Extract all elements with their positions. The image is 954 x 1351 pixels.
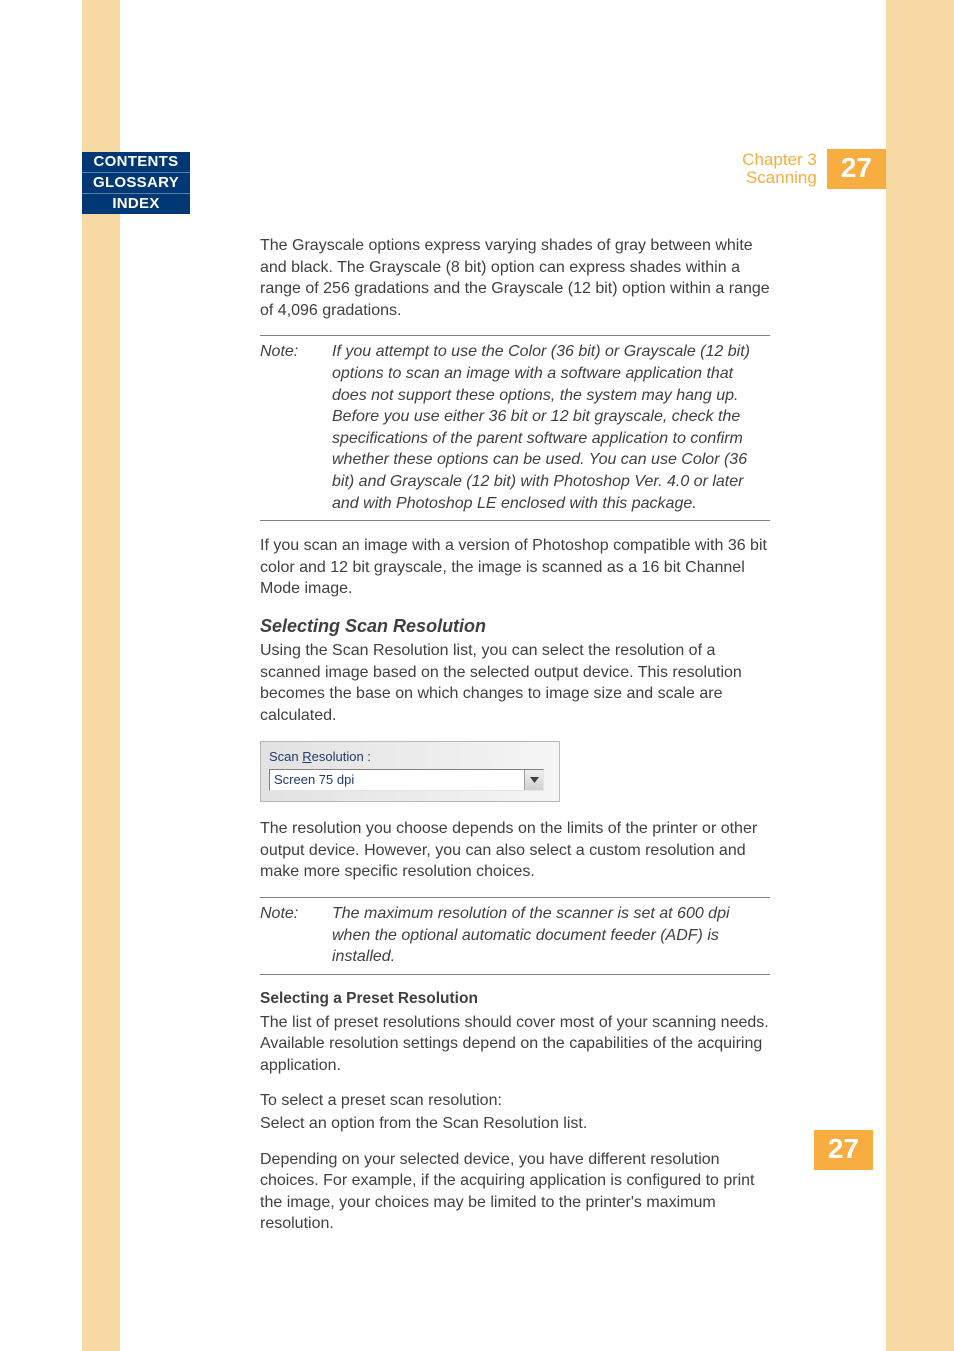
index-button[interactable]: INDEX [82, 193, 190, 214]
page-header: Chapter 3 Scanning 27 [260, 149, 886, 189]
note-label: Note: [260, 341, 332, 514]
chevron-down-icon [530, 777, 539, 783]
paragraph-select-option: Select an option from the Scan Resolutio… [260, 1113, 770, 1135]
label-prefix: Scan [269, 749, 302, 764]
scan-resolution-widget: Scan Resolution : Screen 75 dpi [260, 741, 560, 803]
chapter-number: Chapter 3 [742, 151, 817, 169]
note-text-2: The maximum resolution of the scanner is… [332, 903, 770, 968]
scan-resolution-select[interactable]: Screen 75 dpi [269, 769, 544, 791]
heading-preset-resolution: Selecting a Preset Resolution [260, 989, 770, 1010]
nav-button-group: CONTENTS GLOSSARY INDEX [82, 152, 190, 214]
right-margin-stripe [886, 0, 954, 1351]
label-accel: R [302, 749, 311, 764]
paragraph-resolution-limits: The resolution you choose depends on the… [260, 818, 770, 883]
heading-select-step: To select a preset scan resolution: [260, 1090, 770, 1112]
heading-scan-resolution: Selecting Scan Resolution [260, 614, 770, 638]
note-label-2: Note: [260, 903, 332, 968]
page-number-bottom: 27 [814, 1130, 873, 1170]
paragraph-scanres-intro: Using the Scan Resolution list, you can … [260, 640, 770, 726]
paragraph-preset-intro: The list of preset resolutions should co… [260, 1012, 770, 1077]
scan-resolution-value: Screen 75 dpi [270, 770, 524, 790]
label-suffix: esolution : [312, 749, 371, 764]
glossary-button[interactable]: GLOSSARY [82, 172, 190, 193]
paragraph-photoshop-compat: If you scan an image with a version of P… [260, 535, 770, 600]
note-text: If you attempt to use the Color (36 bit)… [332, 341, 770, 514]
scan-resolution-label: Scan Resolution : [269, 748, 551, 766]
note-block-2: Note: The maximum resolution of the scan… [260, 897, 770, 975]
main-content: The Grayscale options express varying sh… [260, 235, 770, 1249]
page-number-top: 27 [827, 149, 886, 189]
dropdown-button[interactable] [524, 770, 543, 790]
paragraph-grayscale-intro: The Grayscale options express varying sh… [260, 235, 770, 321]
chapter-label: Chapter 3 Scanning [742, 151, 817, 187]
contents-button[interactable]: CONTENTS [82, 152, 190, 172]
paragraph-device-choices: Depending on your selected device, you h… [260, 1149, 770, 1235]
chapter-title: Scanning [742, 169, 817, 187]
note-block-1: Note: If you attempt to use the Color (3… [260, 335, 770, 521]
